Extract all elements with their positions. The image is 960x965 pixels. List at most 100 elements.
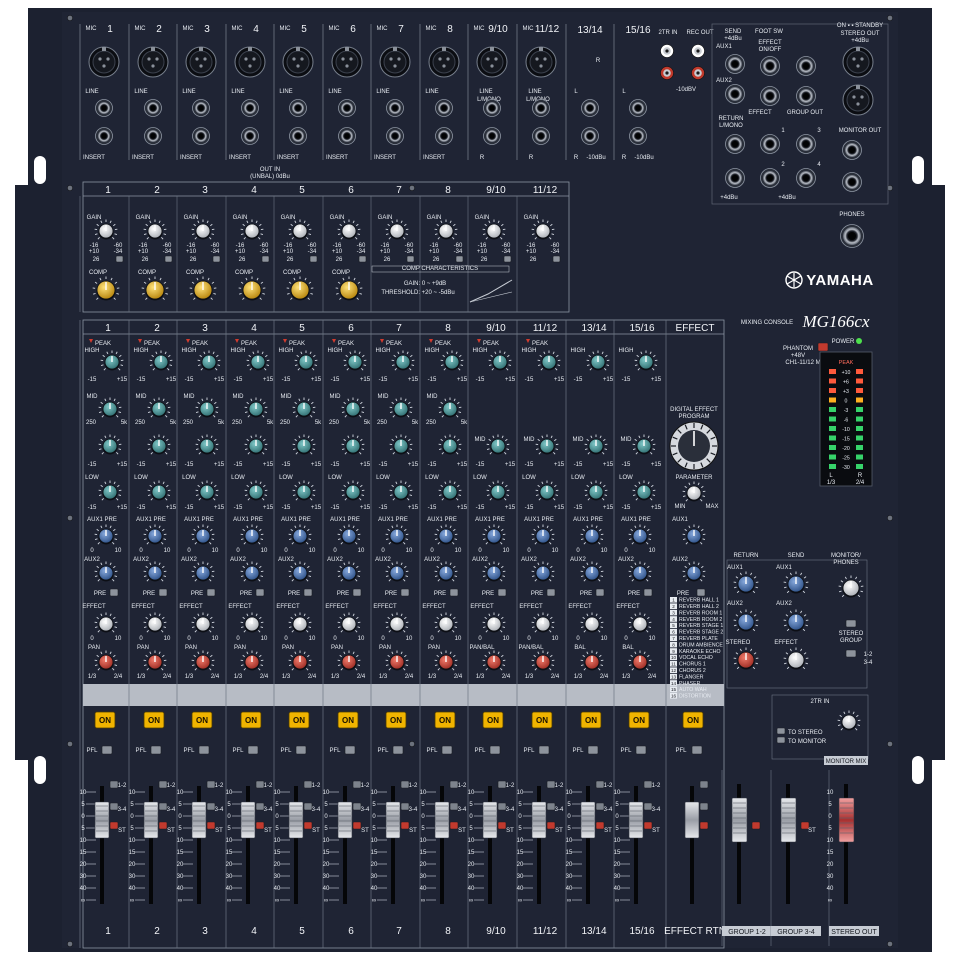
bus-st-switch[interactable] xyxy=(547,822,555,829)
pad-switch[interactable] xyxy=(165,256,172,262)
aux2-pre-switch[interactable] xyxy=(644,589,652,596)
mic-input-xlr[interactable] xyxy=(283,47,313,77)
pfl-switch[interactable] xyxy=(636,746,646,754)
group-12-st-switch[interactable] xyxy=(752,822,760,829)
pfl-switch[interactable] xyxy=(490,746,500,754)
on-button[interactable]: ON xyxy=(95,712,115,728)
bus-st-switch[interactable] xyxy=(644,822,652,829)
bus-st-switch[interactable] xyxy=(401,822,409,829)
effect-bus-34[interactable] xyxy=(700,803,708,810)
insert-jack[interactable] xyxy=(193,128,210,145)
on-button[interactable]: ON xyxy=(581,712,601,728)
line-input-l-jack[interactable] xyxy=(630,100,647,117)
effect-program-selector[interactable] xyxy=(670,422,718,470)
line-input-r-jack[interactable] xyxy=(533,128,550,145)
on-button[interactable]: ON xyxy=(241,712,261,728)
pfl-switch[interactable] xyxy=(296,746,306,754)
mic-input-xlr[interactable] xyxy=(380,47,410,77)
group-out-jack[interactable] xyxy=(797,135,816,154)
monitor-out-r-jack[interactable] xyxy=(843,173,862,192)
effect-rtn-fader[interactable] xyxy=(685,802,699,838)
insert-jack[interactable] xyxy=(387,128,404,145)
insert-jack[interactable] xyxy=(290,128,307,145)
aux2-pre-switch[interactable] xyxy=(547,589,555,596)
bus-st-switch[interactable] xyxy=(207,822,215,829)
line-input-jack[interactable] xyxy=(290,100,307,117)
line-input-jack[interactable] xyxy=(145,100,162,117)
stereo-group-switch[interactable] xyxy=(846,620,856,627)
on-button[interactable]: ON xyxy=(629,712,649,728)
pad-switch[interactable] xyxy=(116,256,123,262)
pfl-switch[interactable] xyxy=(442,746,452,754)
stereo-out-r-xlr[interactable] xyxy=(843,85,873,115)
bus-st-switch[interactable] xyxy=(450,822,458,829)
aux2-pre-switch[interactable] xyxy=(498,589,506,596)
stereo-out-l-xlr[interactable] xyxy=(843,47,873,77)
group-12-fader[interactable] xyxy=(732,798,747,842)
insert-jack[interactable] xyxy=(436,128,453,145)
line-input-jack[interactable] xyxy=(242,100,259,117)
pfl-switch[interactable] xyxy=(345,746,355,754)
pfl-switch[interactable] xyxy=(151,746,161,754)
send-aux2-jack[interactable] xyxy=(726,85,745,104)
rec-out-l-rca[interactable] xyxy=(692,45,705,58)
tr2-in-l-rca[interactable] xyxy=(661,45,674,58)
aux-jack[interactable] xyxy=(797,87,816,106)
group-select-switch[interactable] xyxy=(846,650,856,657)
bus-st-switch[interactable] xyxy=(256,822,264,829)
on-button[interactable]: ON xyxy=(192,712,212,728)
effect-pfl-switch[interactable] xyxy=(692,746,702,754)
line-input-jack[interactable] xyxy=(436,100,453,117)
channel-fader[interactable] xyxy=(629,802,643,838)
pad-switch[interactable] xyxy=(504,256,511,262)
effect-pre-switch[interactable] xyxy=(697,589,705,596)
on-button[interactable]: ON xyxy=(289,712,309,728)
pad-switch[interactable] xyxy=(213,256,220,262)
bus-st-switch[interactable] xyxy=(498,822,506,829)
group-out-jack[interactable] xyxy=(761,169,780,188)
aux2-pre-switch[interactable] xyxy=(110,589,118,596)
on-button[interactable]: ON xyxy=(386,712,406,728)
insert-jack[interactable] xyxy=(339,128,356,145)
aux2-pre-switch[interactable] xyxy=(450,589,458,596)
channel-fader[interactable] xyxy=(483,802,497,838)
pad-switch[interactable] xyxy=(553,256,560,262)
pad-switch[interactable] xyxy=(359,256,366,262)
pad-switch[interactable] xyxy=(456,256,463,262)
mic-input-xlr[interactable] xyxy=(235,47,265,77)
line-input-r-jack[interactable] xyxy=(630,128,647,145)
phones-jack[interactable] xyxy=(841,225,864,248)
line-input-jack[interactable] xyxy=(96,100,113,117)
insert-jack[interactable] xyxy=(242,128,259,145)
phones-aux-jack[interactable] xyxy=(797,57,816,76)
aux2-pre-switch[interactable] xyxy=(256,589,264,596)
effect-bus-st[interactable] xyxy=(700,822,708,829)
group-out-jack[interactable] xyxy=(761,135,780,154)
channel-fader[interactable] xyxy=(192,802,206,838)
bus-st-switch[interactable] xyxy=(159,822,167,829)
effect-send-jack[interactable] xyxy=(761,87,780,106)
channel-fader[interactable] xyxy=(338,802,352,838)
line-input-jack[interactable] xyxy=(339,100,356,117)
to-stereo-switch[interactable] xyxy=(777,728,785,734)
line-input-r-jack[interactable] xyxy=(582,128,599,145)
channel-fader[interactable] xyxy=(581,802,595,838)
line-input-r-jack[interactable] xyxy=(484,128,501,145)
aux2-pre-switch[interactable] xyxy=(304,589,312,596)
on-button[interactable]: ON xyxy=(435,712,455,728)
effect-bus-12[interactable] xyxy=(700,781,708,788)
line-input-jack[interactable] xyxy=(533,100,550,117)
pfl-switch[interactable] xyxy=(588,746,598,754)
channel-fader[interactable] xyxy=(289,802,303,838)
pfl-switch[interactable] xyxy=(199,746,209,754)
pad-switch[interactable] xyxy=(407,256,414,262)
line-input-jack[interactable] xyxy=(193,100,210,117)
mic-input-xlr[interactable] xyxy=(429,47,459,77)
insert-jack[interactable] xyxy=(145,128,162,145)
bus-st-switch[interactable] xyxy=(596,822,604,829)
pad-switch[interactable] xyxy=(310,256,317,262)
line-input-jack[interactable] xyxy=(484,100,501,117)
channel-fader[interactable] xyxy=(532,802,546,838)
line-input-jack[interactable] xyxy=(387,100,404,117)
monitor-out-l-jack[interactable] xyxy=(843,141,862,160)
